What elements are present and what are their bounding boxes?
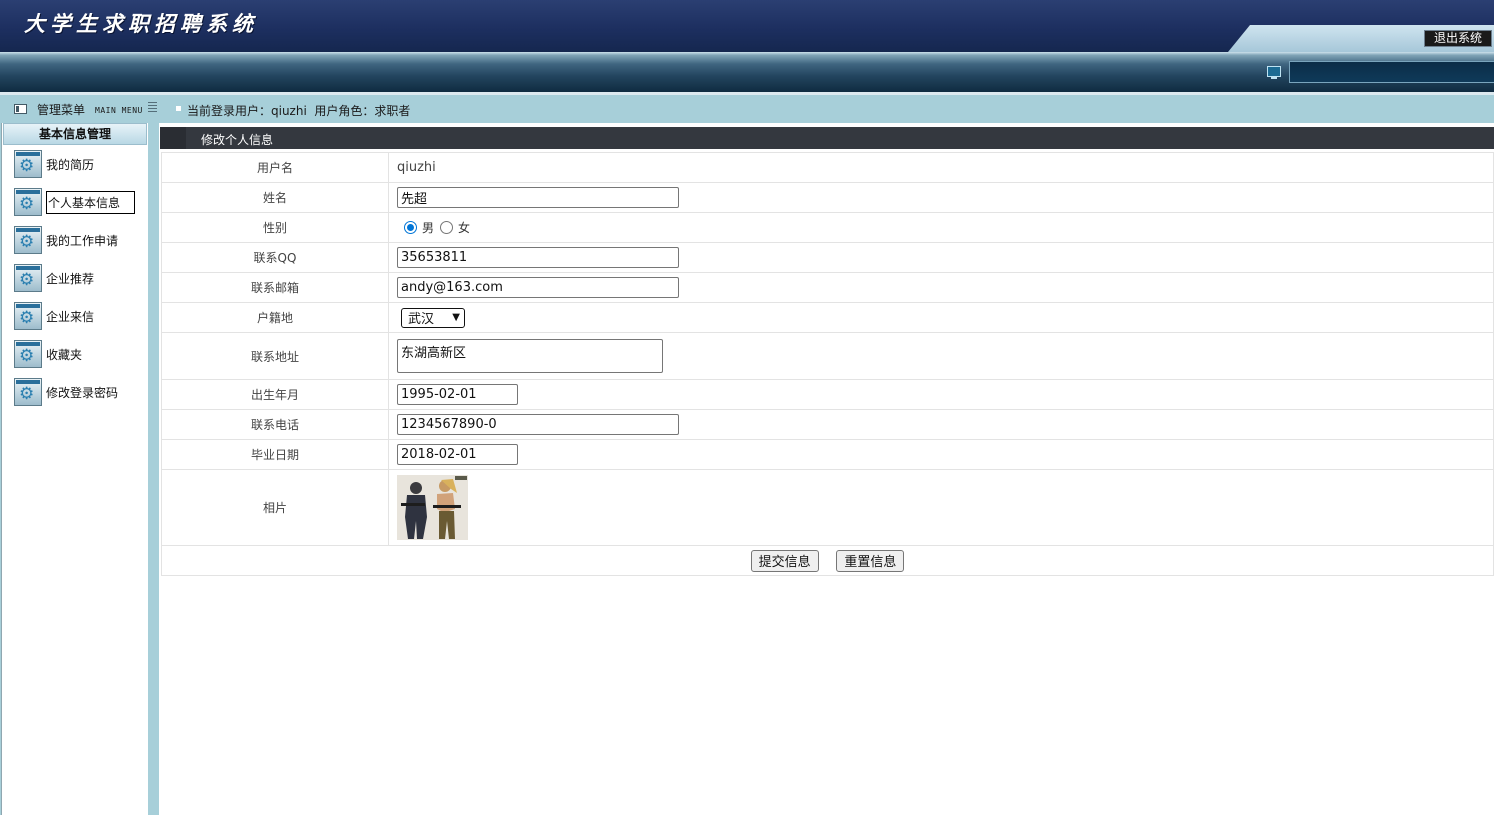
sidebar-item-label: 我的工作申请 xyxy=(46,233,119,248)
sidebar-header: 管理菜单 MAIN MENU xyxy=(0,95,159,123)
birth-label: 出生年月 xyxy=(161,379,389,410)
username-label: 用户名 xyxy=(161,152,389,183)
header-strip xyxy=(0,52,1494,92)
phone-label: 联系电话 xyxy=(161,409,389,440)
sidebar-item-label: 企业来信 xyxy=(46,309,95,324)
email-input[interactable] xyxy=(397,277,679,298)
logout-button[interactable]: 退出系统 xyxy=(1424,30,1492,47)
profile-photo xyxy=(397,475,468,540)
form-row-gender: 性别 男 女 xyxy=(161,212,1494,243)
sidebar-title: 管理菜单 xyxy=(37,103,86,117)
form-row-qq: 联系QQ xyxy=(161,242,1494,273)
gender-male-label: 男 xyxy=(422,221,435,235)
bullet-icon xyxy=(176,106,181,111)
gender-female-radio[interactable] xyxy=(440,221,454,234)
gear-icon: ⚙ xyxy=(14,188,42,216)
form-row-phone: 联系电话 xyxy=(161,409,1494,440)
email-label: 联系邮箱 xyxy=(161,272,389,303)
gear-icon: ⚙ xyxy=(14,302,42,330)
panel-title: 修改个人信息 xyxy=(201,133,274,147)
address-label: 联系地址 xyxy=(161,332,389,380)
header-banner: 大学生求职招聘系统 退出系统 xyxy=(0,0,1494,52)
header-status-bar xyxy=(1289,61,1494,83)
gear-icon: ⚙ xyxy=(14,340,42,368)
sidebar-item-company-recommend[interactable]: ⚙ 企业推荐 xyxy=(14,263,94,293)
form-row-birth: 出生年月 xyxy=(161,379,1494,410)
graduate-label: 毕业日期 xyxy=(161,439,389,470)
qq-label: 联系QQ xyxy=(161,242,389,273)
username-value: qiuzhi xyxy=(388,152,1494,183)
form-actions: 提交信息 重置信息 xyxy=(161,545,1494,576)
sidebar-item-label: 我的简历 xyxy=(46,157,95,172)
submit-button[interactable]: 提交信息 xyxy=(750,549,819,572)
monitor-icon xyxy=(1267,66,1281,79)
birth-date-input[interactable] xyxy=(397,384,518,405)
gear-icon: ⚙ xyxy=(14,378,42,406)
sidebar-group-basic-info[interactable]: 基本信息管理 xyxy=(3,123,147,145)
collapse-handle-icon[interactable] xyxy=(148,102,157,114)
chevron-down-icon: ▼ xyxy=(452,312,460,323)
sidebar-item-label: 收藏夹 xyxy=(46,347,83,362)
sidebar-item-favorites[interactable]: ⚙ 收藏夹 xyxy=(14,339,82,369)
sidebar-item-label: 企业推荐 xyxy=(46,271,95,286)
main-content: 修改个人信息 用户名 qiuzhi 姓名 性别 男 女 联系QQ 联系邮箱 户籍地 xyxy=(159,123,1494,815)
address-textarea[interactable]: 东湖高新区 xyxy=(397,339,663,373)
reset-button[interactable]: 重置信息 xyxy=(836,549,905,572)
gender-label: 性别 xyxy=(161,212,389,243)
form-row-name: 姓名 xyxy=(161,182,1494,213)
current-user-info: 当前登录用户：qiuzhi 用户角色：求职者 xyxy=(187,104,411,118)
panel-header-decoration xyxy=(160,127,186,149)
sidebar-item-change-password[interactable]: ⚙ 修改登录密码 xyxy=(14,377,118,407)
gear-icon: ⚙ xyxy=(14,150,42,178)
hometown-label: 户籍地 xyxy=(161,302,389,333)
form-row-actions: 提交信息 重置信息 xyxy=(161,545,1494,576)
app-title: 大学生求职招聘系统 xyxy=(24,11,258,36)
photo-label: 相片 xyxy=(161,469,389,546)
graduate-date-input[interactable] xyxy=(397,444,518,465)
user-info-bar: 当前登录用户：qiuzhi 用户角色：求职者 xyxy=(159,95,1494,123)
form-row-photo: 相片 xyxy=(161,469,1494,546)
hometown-select[interactable]: 武汉 ▼ xyxy=(401,307,465,328)
qq-input[interactable] xyxy=(397,247,679,268)
form-row-graduate: 毕业日期 xyxy=(161,439,1494,470)
panel-header: 修改个人信息 xyxy=(160,127,1494,149)
form-row-address: 联系地址 东湖高新区 xyxy=(161,332,1494,380)
gender-male-radio[interactable] xyxy=(404,221,417,234)
gear-icon: ⚙ xyxy=(14,264,42,292)
hometown-selected-value: 武汉 xyxy=(408,312,435,327)
sidebar-item-company-letters[interactable]: ⚙ 企业来信 xyxy=(14,301,94,331)
photo-image xyxy=(397,475,468,540)
sidebar-item-label: 修改登录密码 xyxy=(46,385,119,400)
sidebar-item-my-resume[interactable]: ⚙ 我的简历 xyxy=(14,149,94,179)
gear-icon: ⚙ xyxy=(14,226,42,254)
form-row-email: 联系邮箱 xyxy=(161,272,1494,303)
sidebar-item-label: 个人基本信息 xyxy=(46,190,136,214)
profile-form: 用户名 qiuzhi 姓名 性别 男 女 联系QQ 联系邮箱 户籍地 武汉 xyxy=(161,152,1494,576)
name-label: 姓名 xyxy=(161,182,389,213)
menu-icon xyxy=(14,104,27,114)
form-row-hometown: 户籍地 武汉 ▼ xyxy=(161,302,1494,333)
phone-input[interactable] xyxy=(397,414,679,435)
sidebar-item-personal-info[interactable]: ⚙ 个人基本信息 xyxy=(14,187,136,217)
sidebar-subtitle: MAIN MENU xyxy=(95,106,143,115)
name-input[interactable] xyxy=(397,187,679,208)
gender-female-label: 女 xyxy=(458,221,471,235)
form-row-username: 用户名 qiuzhi xyxy=(161,152,1494,183)
sidebar-item-job-applications[interactable]: ⚙ 我的工作申请 xyxy=(14,225,118,255)
